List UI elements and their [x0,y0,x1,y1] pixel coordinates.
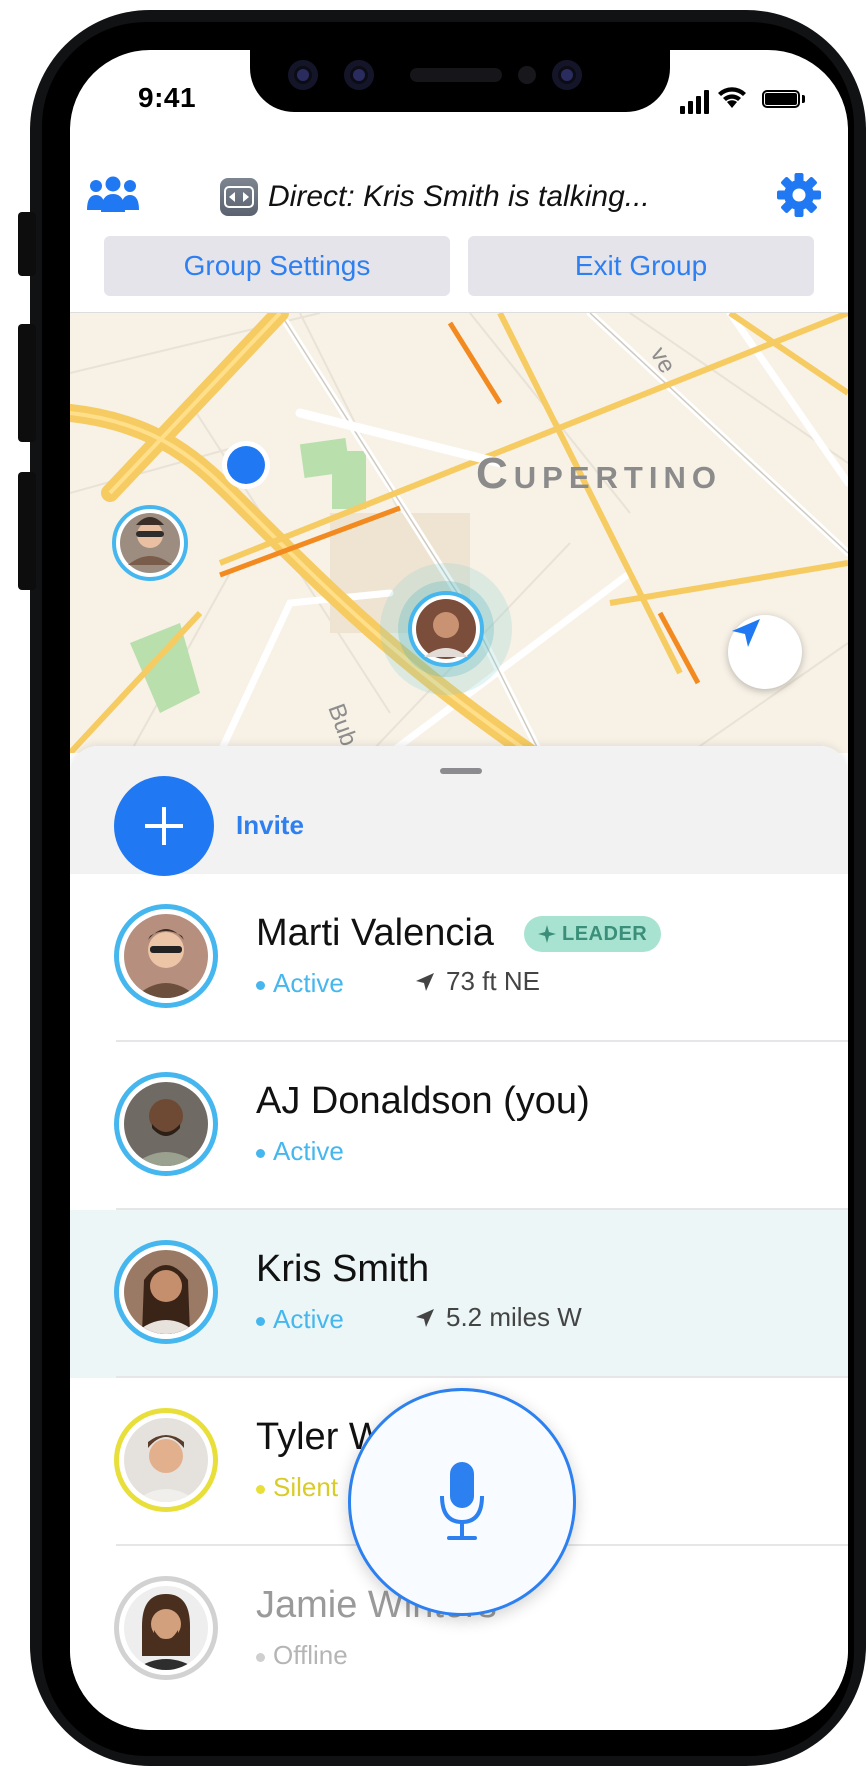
camera-left [288,60,318,90]
member-status: Active [256,968,344,999]
notch [250,50,670,112]
app-header: Direct: Kris Smith is talking... [70,158,848,228]
member-row-kris-smith[interactable]: Kris Smith Active 5.2 miles W [70,1210,848,1378]
avatar [114,1072,218,1176]
leader-badge-label: LEADER [562,922,648,945]
proximity-sensor [518,66,536,84]
status-time: 9:41 [138,82,197,113]
invite-button[interactable] [114,776,214,876]
direct-arrows-icon [220,178,258,216]
wifi-icon [718,87,746,108]
volume-up-button [18,324,36,442]
avatar [114,1576,218,1680]
avatar [114,1408,218,1512]
front-camera [552,60,582,90]
avatar [114,1240,218,1344]
group-actions: Group Settings Exit Group [104,236,814,296]
sparkle-icon [538,925,556,943]
direction-arrow-icon [416,972,434,991]
invite-bar: Invite [70,746,848,876]
leader-badge: LEADER [524,916,662,952]
mute-switch [18,212,36,276]
member-row-marti-valencia[interactable]: Marti Valencia LEADER Active 73 ft NE [70,874,848,1042]
invite-label[interactable]: Invite [236,810,304,841]
camera-right [344,60,374,90]
member-name: AJ Donaldson (you) [256,1080,590,1122]
direction-arrow-icon [416,1308,434,1327]
map-view[interactable]: Bub ve Cupertino [70,312,848,753]
avatar [114,904,218,1008]
map-pin-kris-smith[interactable] [380,563,512,695]
member-name: Marti Valencia [256,912,494,954]
sheet-grabber[interactable] [440,768,482,774]
locate-me-button[interactable] [728,615,802,689]
push-to-talk-button[interactable] [348,1388,576,1616]
member-name: Kris Smith [256,1248,430,1290]
member-distance: 73 ft NE [414,966,540,997]
talking-status-text: Direct: Kris Smith is talking... [268,180,650,213]
map-roads: Bub ve [70,313,848,753]
member-status: Active [256,1304,344,1335]
group-icon[interactable] [86,176,140,216]
talking-indicator: Direct: Kris Smith is talking... [220,178,650,216]
plus-icon [145,807,183,845]
phone-screen: 9:41 Direct: Kris Smith is talking... Gr… [70,50,848,1730]
map-city-label: Cupertino [476,449,722,498]
group-settings-button[interactable]: Group Settings [104,236,450,296]
map-pin-marti-valencia[interactable] [112,505,188,581]
street-label-bub: Bub [322,700,362,749]
exit-group-button[interactable]: Exit Group [468,236,814,296]
battery-tip [802,95,805,103]
signal-icon [680,90,710,114]
location-arrow-icon [732,619,760,647]
member-status: Silent [256,1472,338,1503]
member-status: Offline [256,1640,348,1671]
microphone-icon [440,1462,484,1540]
battery-icon [762,90,800,108]
volume-down-button [18,472,36,590]
gear-icon[interactable] [776,172,822,218]
member-row-aj-donaldson[interactable]: AJ Donaldson (you) Active [70,1042,848,1210]
member-distance: 5.2 miles W [414,1302,582,1333]
member-status: Active [256,1136,344,1167]
speaker-grille [410,68,502,82]
